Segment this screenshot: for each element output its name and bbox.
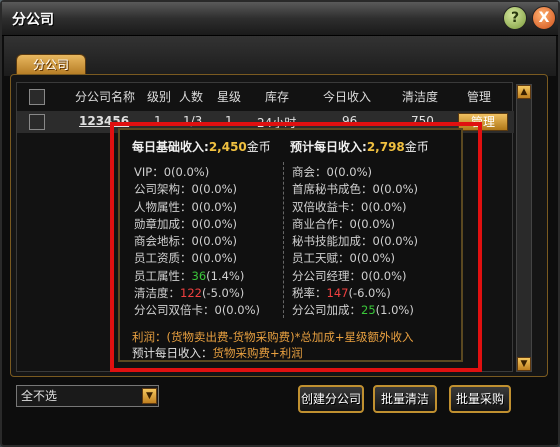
pred-income-value: 2,798 <box>366 140 405 154</box>
table-header: 分公司名称 级别 人数 星级 库存 今日收入 清洁度 管理 <box>17 83 514 109</box>
header-people: 人数 <box>179 90 204 104</box>
header-level: 级别 <box>147 90 172 104</box>
manage-button[interactable]: 管理 <box>458 113 508 131</box>
bonus-item: 员工资质：0(0.0%) <box>134 251 238 266</box>
bonus-item: 双倍收益卡：0(0.0%) <box>292 199 407 214</box>
cell-people: 1/3 <box>183 114 203 128</box>
bonus-item: 分公司双倍卡：0(0.0%) <box>134 303 261 318</box>
window-title: 分公司 <box>12 12 54 28</box>
bonus-item: 清洁度：122(-5.0%) <box>134 286 245 301</box>
bonus-item: 税率：147(-6.0%) <box>292 286 391 301</box>
bonus-item: 首席秘书成色：0(0.0%) <box>292 182 419 197</box>
bonus-item: 公司架构：0(0.0%) <box>134 182 238 197</box>
pred-income-label: 预计每日收入: <box>290 140 367 154</box>
bonus-list-left: VIP：0(0.0%) 公司架构：0(0.0%) 人物属性：0(0.0%) 勋章… <box>134 164 260 320</box>
bonus-item: 分公司经理：0(0.0%) <box>292 268 407 283</box>
base-income-label: 每日基础收入: <box>132 140 209 154</box>
cell-stars: 1 <box>225 114 233 128</box>
bonus-item: 分公司加成：25(1.0%) <box>292 303 414 318</box>
select-all-checkbox[interactable] <box>29 89 45 105</box>
select-filter-dropdown[interactable]: 全不选 ▼ <box>16 385 159 407</box>
chevron-down-icon[interactable]: ▼ <box>142 388 157 404</box>
branch-name-link[interactable]: 123456 <box>79 114 129 128</box>
tab-branch[interactable]: 分公司 <box>16 54 86 76</box>
create-branch-button[interactable]: 创建分公司 <box>298 385 364 413</box>
pred-formula: 预计每日收入：货物采购费+利润 <box>132 346 303 360</box>
bonus-item: 员工天赋：0(0.0%) <box>292 251 396 266</box>
scroll-up-icon[interactable]: ▲ <box>517 85 531 99</box>
tab-bar: 分公司 <box>4 36 556 76</box>
formula-block: 利润：(货物卖出费-货物采购费)*总加成+星级额外收入 预计每日收入：货物采购费… <box>132 329 414 361</box>
batch-buy-button[interactable]: 批量采购 <box>449 385 511 413</box>
header-manage: 管理 <box>467 90 492 104</box>
bonus-item: 商会地标：0(0.0%) <box>134 234 238 249</box>
cell-level: 1 <box>154 114 162 128</box>
title-bar[interactable]: 分公司 ? X <box>2 2 558 36</box>
pred-income-unit: 金币 <box>404 140 429 154</box>
bonus-list-right: 商会：0(0.0%) 首席秘书成色：0(0.0%) 双倍收益卡：0(0.0%) … <box>292 164 418 320</box>
scroll-down-icon[interactable]: ▼ <box>517 357 531 371</box>
income-tooltip: 每日基础收入:2,450金币 预计每日收入:2,798金币 VIP：0(0.0%… <box>118 128 463 362</box>
bonus-item: 秘书技能加成：0(0.0%) <box>292 234 419 249</box>
bonus-item: 勋章加成：0(0.0%) <box>134 216 238 231</box>
bonus-item: 商会：0(0.0%) <box>292 165 373 179</box>
bonus-item: 人物属性：0(0.0%) <box>134 199 238 214</box>
base-income-unit: 金币 <box>246 140 271 154</box>
cell-clean: 750 <box>411 114 434 128</box>
row-checkbox[interactable] <box>29 114 45 130</box>
select-value: 全不选 <box>21 389 58 403</box>
help-icon[interactable]: ? <box>503 6 527 30</box>
batch-clean-button[interactable]: 批量清洁 <box>373 385 437 413</box>
bonus-item: VIP：0(0.0%) <box>134 165 210 179</box>
scrollbar[interactable]: ▲ ▼ <box>516 84 532 372</box>
base-income: 每日基础收入:2,450金币 <box>132 138 271 155</box>
base-income-value: 2,450 <box>208 140 247 154</box>
tooltip-divider <box>283 162 284 318</box>
header-name: 分公司名称 <box>75 90 136 104</box>
profit-formula: 利润：(货物卖出费-货物采购费)*总加成+星级额外收入 <box>132 330 414 344</box>
close-icon[interactable]: X <box>532 6 556 30</box>
bonus-item: 员工属性：36(1.4%) <box>134 268 245 283</box>
header-clean: 清洁度 <box>402 90 439 104</box>
bonus-item: 商业合作：0(0.0%) <box>292 216 396 231</box>
header-income: 今日收入 <box>323 90 372 104</box>
header-stock: 库存 <box>265 90 290 104</box>
header-stars: 星级 <box>217 90 242 104</box>
cell-income: 96 <box>342 114 358 128</box>
pred-income: 预计每日收入:2,798金币 <box>290 138 429 155</box>
